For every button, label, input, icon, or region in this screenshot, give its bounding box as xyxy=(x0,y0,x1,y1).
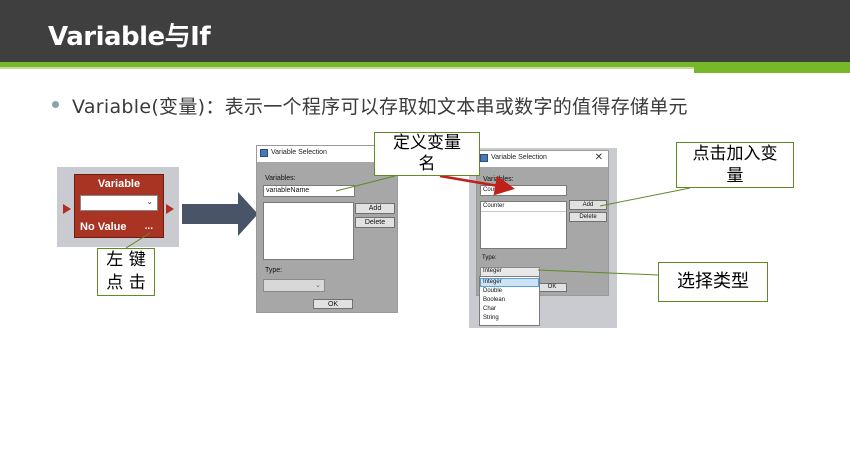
connector-click-add xyxy=(599,187,691,207)
callout-click-add-line1: 点击加入变 xyxy=(692,144,778,164)
annotation-connectors xyxy=(125,174,691,276)
connector-define-name xyxy=(335,175,396,192)
callout-click-add: 点击加入变 量 xyxy=(676,142,794,188)
connector-left-click xyxy=(125,232,151,249)
callout-left-click-line2: 点 击 xyxy=(106,273,146,293)
callout-left-click: 左 键 点 击 xyxy=(97,248,155,296)
callout-define-name: 定义变量 名 xyxy=(374,132,480,176)
callout-click-add-line2: 量 xyxy=(726,166,744,186)
red-arrow-icon xyxy=(439,174,515,196)
callout-choose-type: 选择类型 xyxy=(658,262,768,302)
callout-define-name-line1: 定义变量 xyxy=(393,133,461,153)
callout-left-click-line1: 左 键 xyxy=(106,250,146,270)
callout-define-name-line2: 名 xyxy=(418,154,436,174)
connector-choose-type xyxy=(537,269,659,276)
